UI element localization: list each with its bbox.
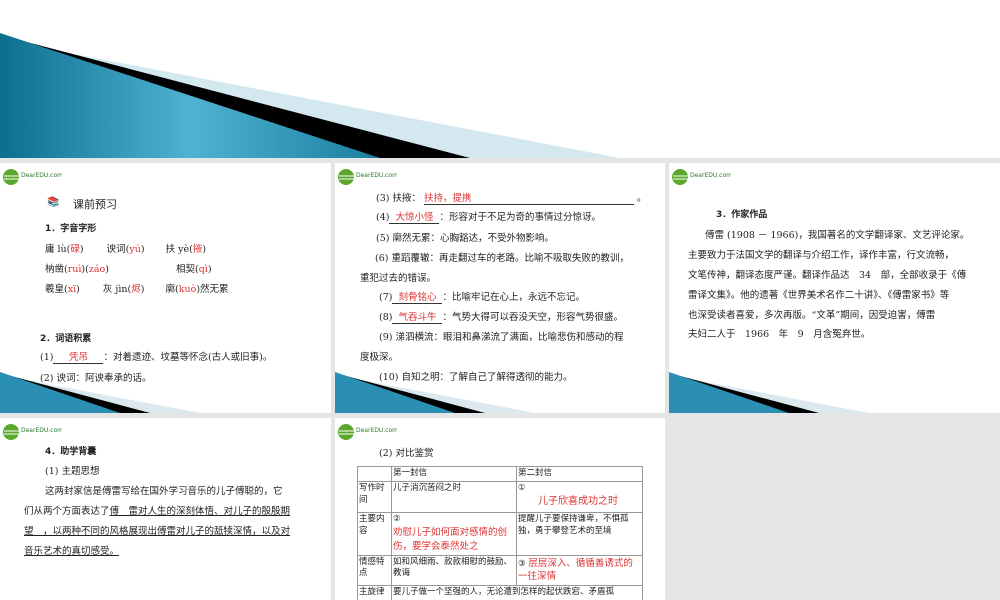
table-row: 主旋律 要儿子做一个坚强的人，无论遭到怎样的起伏跌宕、矛盾孤 <box>357 585 643 600</box>
slide-swoosh-decoration <box>0 33 620 158</box>
subheading: 1．字音字形 <box>45 224 97 234</box>
table-header: 第一封信 <box>391 466 517 482</box>
vocab-item-8: (8) 气吞斗牛 ：气势大得可以吞没天空，形容气势很盛。 <box>379 312 623 324</box>
dearedu-logo: DearEDU.com <box>338 169 397 185</box>
dearedu-logo: DearEDU.com <box>3 424 62 440</box>
paragraph-line: 文笔传神，翻译态度严谨。翻译作品达 34 部，全部收录于《傅 <box>688 270 967 281</box>
svg-text:DearEDU.com: DearEDU.com <box>356 427 397 434</box>
section-heading: 课前预习 <box>73 198 117 211</box>
vocab-item-3: (3) 扶掖： 扶持，提携 。 <box>376 193 647 205</box>
vocab-item-5: (5) 廓然无累：心胸豁达，不受外物影响。 <box>376 233 554 244</box>
paragraph-line: 夫妇二人于 1966 年 9 月含冤弃世。 <box>688 329 871 340</box>
row-header: 写作时间 <box>357 480 392 513</box>
table-cell: ② 劝慰儿子如何面对感情的创伤，要学会泰然处之 <box>391 511 517 556</box>
paragraph-line: 音乐艺术的真切感受。 <box>24 546 120 557</box>
slide-swoosh-decoration <box>335 372 535 413</box>
vocab-item-9: (9) 涕泗横流：眼泪和鼻涕流了满面，比喻悲伤和感动的程 <box>379 332 624 343</box>
row-header: 主旋律 <box>357 585 392 600</box>
slide-thumbnail-1[interactable]: DearEDU.com 📚 课前预习 1．字音字形 庸 lù(碌) 谀词(yú)… <box>0 163 331 413</box>
subheading: 4．助学背囊 <box>45 447 97 457</box>
current-slide-preview <box>0 0 1000 158</box>
slide-thumbnail-5[interactable]: DearEDU.com (2) 对比鉴赏 第一封信 第二封信 写作时间 儿子消沉苦闷… <box>335 418 665 600</box>
table-row: 写作时间 儿子消沉苦闷之时 ① 儿子欣喜成功之时 <box>357 480 643 513</box>
comparison-table: 第一封信 第二封信 写作时间 儿子消沉苦闷之时 ① 儿子欣喜成功之时 主要内容 ② 劝慰儿子… <box>357 466 643 600</box>
table-cell: 如和风细雨、款款相慰的鼓励、教诲 <box>391 554 517 587</box>
slide-swoosh-decoration <box>0 372 200 413</box>
paragraph-line: 傅雷 (1908 － 1966)，我国著名的文学翻译家、文艺评论家。 <box>705 230 970 241</box>
subheading: 3．作家作品 <box>716 210 768 220</box>
pinyin-row-3: 羲皇(xī) 灰 jìn(烬) 廓(kuò)然无累 <box>45 284 229 295</box>
table-header-row: 第一封信 第二封信 <box>357 466 643 482</box>
paragraph-line: 主要致力于法国文学的翻译与介绍工作，译作丰富，行文流畅， <box>688 250 955 261</box>
svg-text:DearEDU.com: DearEDU.com <box>21 172 62 179</box>
slide-thumbnail-2[interactable]: DearEDU.com (3) 扶掖： 扶持，提携 。 (4) 大惊小怪 ：形容对于… <box>335 163 665 413</box>
paragraph-line: 这两封家信是傅雷写给在国外学习音乐的儿子傅聪的，它 <box>45 486 283 497</box>
table-cell: 要儿子做一个坚强的人，无论遭到怎样的起伏跌宕、矛盾孤 <box>391 585 643 600</box>
dearedu-logo: DearEDU.com <box>672 169 731 185</box>
table-cell: ① 儿子欣喜成功之时 <box>516 480 643 513</box>
row-header: 情感特点 <box>357 554 392 587</box>
paragraph-line: 也深受读者喜爱，多次再版。“文革”期间，因受迫害，傅雷 <box>688 310 936 321</box>
section-heading-icon: 📚 <box>47 197 60 208</box>
vocab-item-7: (7) 刻骨铭心 ：比喻牢记在心上，永远不忘记。 <box>379 292 585 304</box>
paragraph-line: 们从两个方面表达了傅 雷对人生的深刻体悟、对儿子的殷殷期 <box>24 506 291 517</box>
table-cell: ③ 层层深入、循循善诱式的一往深情 <box>516 554 643 587</box>
slide-thumbnail-3[interactable]: DearEDU.com 3．作家作品 傅雷 (1908 － 1966)，我国著名… <box>669 163 1000 413</box>
table-row: 情感特点 如和风细雨、款款相慰的鼓励、教诲 ③ 层层深入、循循善诱式的一往深情 <box>357 554 643 587</box>
svg-text:DearEDU.com: DearEDU.com <box>21 427 62 434</box>
table-cell: 提醒儿子要保持谦卑，不惧孤独，勇于攀登艺术的至境 <box>516 511 643 556</box>
svg-text:DearEDU.com: DearEDU.com <box>356 172 397 179</box>
table-header: 第二封信 <box>516 466 643 482</box>
pinyin-row-1: 庸 lù(碌) 谀词(yú) 扶 yè(掖) <box>45 244 207 255</box>
slide-thumbnail-4[interactable]: DearEDU.com 4．助学背囊 (1) 主题思想 这两封家信是傅雷写给在国… <box>0 418 331 600</box>
subheading-2: (1) 主题思想 <box>45 466 100 477</box>
subheading: 2．词语积累 <box>40 334 92 344</box>
subheading: (2) 对比鉴赏 <box>379 448 434 459</box>
table-cell: 儿子消沉苦闷之时 <box>391 480 517 513</box>
vocab-item-9-cont: 度极深。 <box>360 352 399 363</box>
paragraph-line: 雷译文集》。他的遗著《世界美术名作二十讲》、《傅雷家书》等 <box>688 290 950 301</box>
vocab-item-6-cont: 重犯过去的错误。 <box>360 273 437 284</box>
table-row: 主要内容 ② 劝慰儿子如何面对感情的创伤，要学会泰然处之 提醒儿子要保持谦卑，不惧孤独… <box>357 511 643 556</box>
svg-text:DearEDU.com: DearEDU.com <box>690 172 731 179</box>
vocab-item-6: (6) 重蹈覆辙：再走翻过车的老路。比喻不吸取失败的教训， <box>375 253 629 264</box>
paragraph-line: 望 ，以两种不同的风格展现出傅雷对儿子的舐犊深情，以及对 <box>24 526 291 537</box>
vocab-item-1: (1) 凭吊 ：对着遗迹、坟墓等怀念(古人或旧事)。 <box>40 352 273 364</box>
dearedu-logo: DearEDU.com <box>338 424 397 440</box>
dearedu-logo: DearEDU.com <box>3 169 62 185</box>
table-header <box>357 466 392 482</box>
slide-swoosh-decoration <box>669 372 869 413</box>
vocab-item-4: (4) 大惊小怪 ：形容对于不足为奇的事情过分惊讶。 <box>376 212 601 224</box>
pinyin-row-2: 枘凿(ruì)(záo) 相契(qì) <box>45 264 212 275</box>
row-header: 主要内容 <box>357 511 392 556</box>
